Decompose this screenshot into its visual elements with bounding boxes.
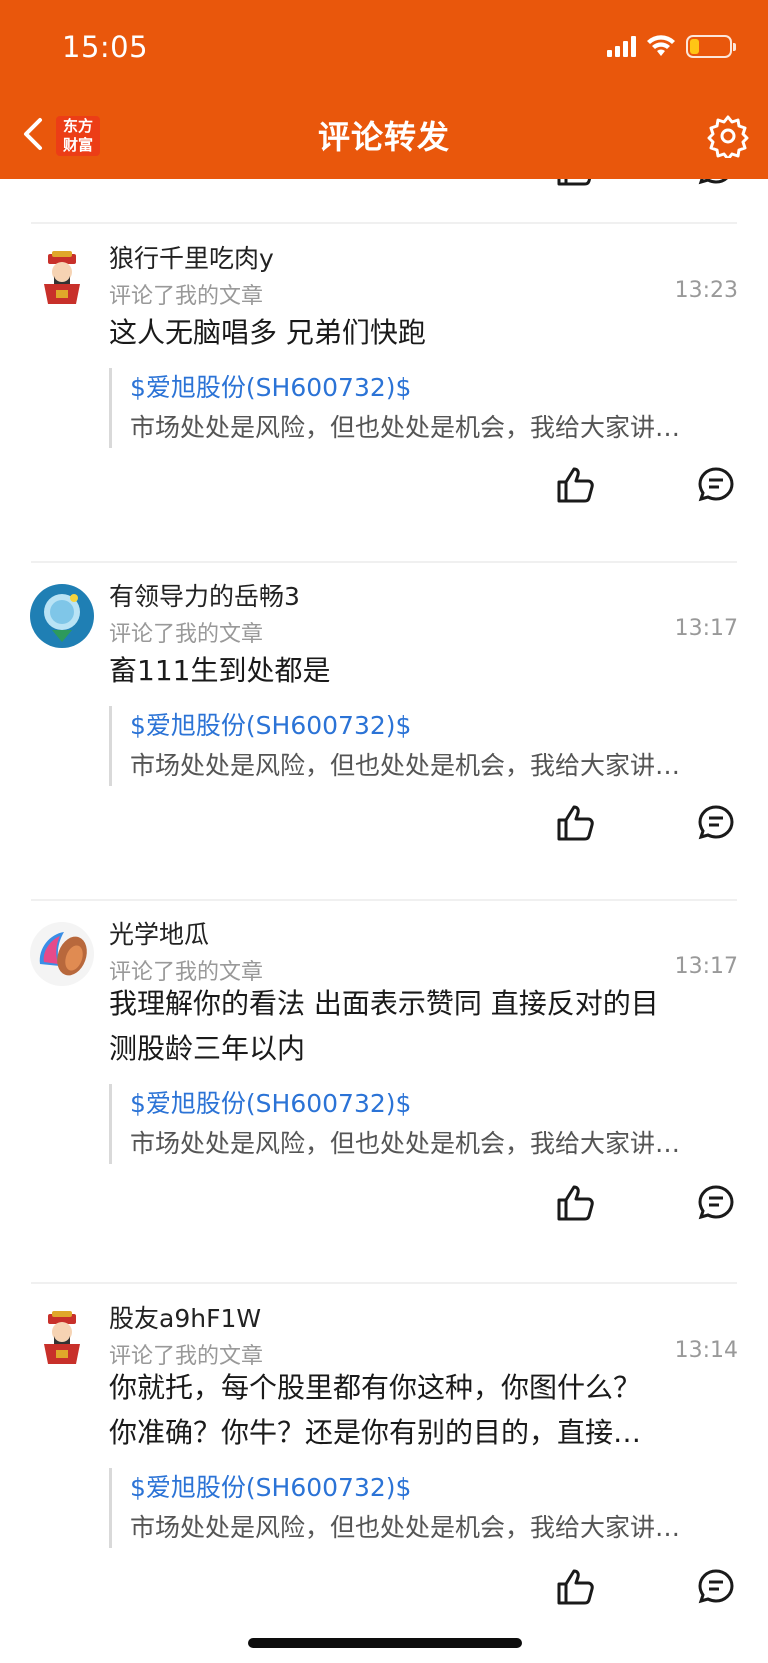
caishen-avatar-icon xyxy=(30,246,94,310)
timestamp: 13:17 xyxy=(674,616,738,641)
user-name[interactable]: 光学地瓜 xyxy=(109,915,209,951)
comment-line: 测股龄三年以内 xyxy=(109,1032,306,1065)
status-icons xyxy=(607,34,736,58)
reply-bubble-icon[interactable] xyxy=(696,1567,736,1607)
comment-line: 我理解你的看法 出面表示赞同 直接反对的目 xyxy=(109,987,659,1020)
like-thumb-icon[interactable] xyxy=(556,465,596,505)
bubble-avatar-icon xyxy=(30,584,94,648)
comment-text[interactable]: 这人无脑唱多 兄弟们快跑 xyxy=(109,310,734,355)
stock-link[interactable]: $爱旭股份(SH600732)$ xyxy=(130,368,734,408)
comment-line: 你就托，每个股里都有你这种，你图什么？ xyxy=(109,1371,642,1404)
timestamp: 13:14 xyxy=(674,1338,738,1363)
reply-bubble-icon[interactable] xyxy=(696,803,736,843)
article-snippet: 市场处处是风险，但也处处是机会，我给大家讲… xyxy=(130,1129,681,1158)
article-snippet: 市场处处是风险，但也处处是机会，我给大家讲… xyxy=(130,1513,681,1542)
comment-text[interactable]: 畜111生到处都是 xyxy=(109,648,734,693)
divider xyxy=(31,222,737,224)
comment-line: 这人无脑唱多 兄弟们快跑 xyxy=(109,316,426,349)
article-snippet: 市场处处是风险，但也处处是机会，我给大家讲… xyxy=(130,413,681,442)
timestamp: 13:23 xyxy=(674,278,738,303)
divider xyxy=(31,899,737,901)
action-subtitle: 评论了我的文章 xyxy=(109,284,264,309)
avatar[interactable] xyxy=(30,1306,94,1370)
user-name[interactable]: 狼行千里吃肉y xyxy=(109,239,274,275)
article-snippet: 市场处处是风险，但也处处是机会，我给大家讲… xyxy=(130,751,681,780)
action-subtitle: 评论了我的文章 xyxy=(109,622,264,647)
reply-bubble-icon[interactable] xyxy=(696,465,736,505)
avatar[interactable] xyxy=(30,922,94,986)
app-screen: 狼行千里吃肉y 评论了我的文章 13:23 这人无脑唱多 兄弟们快跑 $爱旭股份… xyxy=(0,0,768,1663)
stock-link[interactable]: $爱旭股份(SH600732)$ xyxy=(130,1084,734,1124)
comment-text[interactable]: 我理解你的看法 出面表示赞同 直接反对的目 测股龄三年以内 xyxy=(109,981,734,1071)
user-name[interactable]: 股友a9hF1W xyxy=(109,1299,261,1335)
comment-line: 畜111生到处都是 xyxy=(109,654,331,687)
stock-link[interactable]: $爱旭股份(SH600732)$ xyxy=(130,1468,734,1508)
caishen-avatar-icon xyxy=(30,1306,94,1370)
like-thumb-icon[interactable] xyxy=(556,803,596,843)
like-thumb-icon[interactable] xyxy=(556,1183,596,1223)
potato-avatar-icon xyxy=(30,922,94,986)
divider xyxy=(31,1282,737,1284)
quoted-article[interactable]: $爱旭股份(SH600732)$ 市场处处是风险，但也处处是机会，我给大家讲… xyxy=(109,368,734,448)
quoted-article[interactable]: $爱旭股份(SH600732)$ 市场处处是风险，但也处处是机会，我给大家讲… xyxy=(109,1468,734,1548)
battery-icon xyxy=(686,34,736,58)
wifi-icon xyxy=(647,35,675,56)
reply-bubble-icon[interactable] xyxy=(696,1183,736,1223)
home-indicator xyxy=(248,1638,522,1648)
divider xyxy=(31,561,737,563)
comment-text[interactable]: 你就托，每个股里都有你这种，你图什么？ 你准确？你牛？还是你有别的目的，直接… xyxy=(109,1365,734,1455)
user-name[interactable]: 有领导力的岳畅3 xyxy=(109,577,300,613)
status-time: 15:05 xyxy=(62,30,149,64)
avatar[interactable] xyxy=(30,584,94,648)
signal-icon xyxy=(607,35,636,57)
like-thumb-icon[interactable] xyxy=(556,1567,596,1607)
timestamp: 13:17 xyxy=(674,954,738,979)
stock-link[interactable]: $爱旭股份(SH600732)$ xyxy=(130,706,734,746)
avatar[interactable] xyxy=(30,246,94,310)
top-bar: 15:05 东方 财富 评论转发 xyxy=(0,0,768,179)
quoted-article[interactable]: $爱旭股份(SH600732)$ 市场处处是风险，但也处处是机会，我给大家讲… xyxy=(109,706,734,786)
quoted-article[interactable]: $爱旭股份(SH600732)$ 市场处处是风险，但也处处是机会，我给大家讲… xyxy=(109,1084,734,1164)
settings-gear-icon[interactable] xyxy=(706,114,750,158)
page-title: 评论转发 xyxy=(317,118,450,156)
comment-line: 你准确？你牛？还是你有别的目的，直接… xyxy=(109,1416,642,1449)
